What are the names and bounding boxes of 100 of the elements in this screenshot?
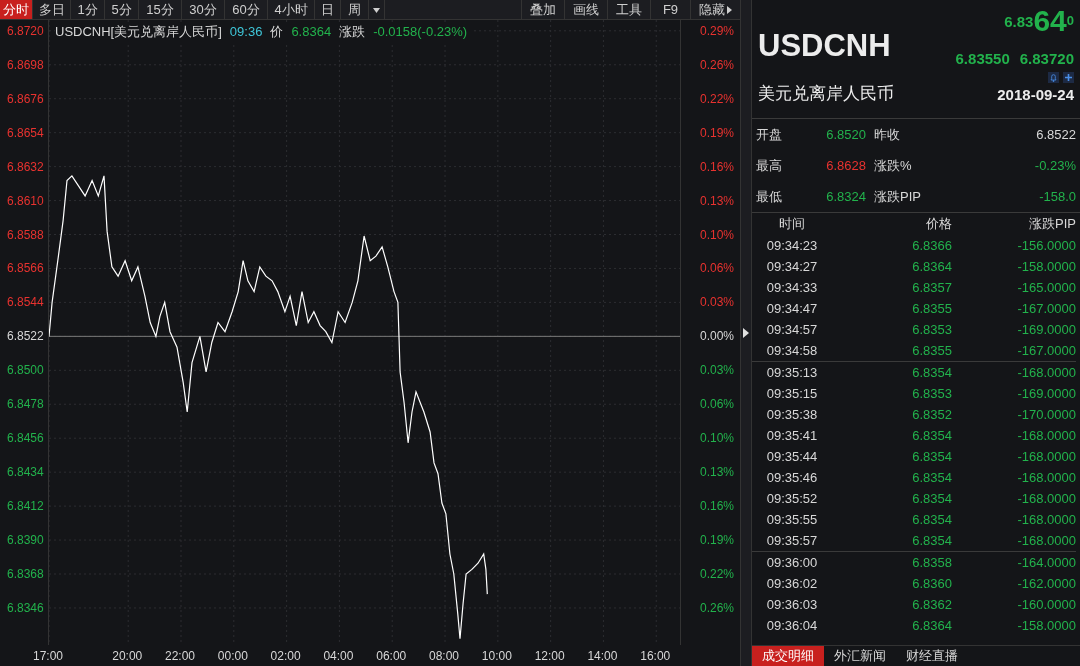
price-axis-label: 6.8522 [7,329,44,344]
trade-change: -160.0000 [1016,595,1076,614]
time-axis-label: 16:00 [640,649,671,663]
period-tab[interactable]: 多日 [33,0,71,19]
caret-icon [373,6,380,13]
stat-value: 6.8522 [1036,125,1076,144]
price-value: 6.8364 [291,23,332,41]
triangle-right-icon [727,5,732,14]
time-axis-label: 10:00 [481,649,512,663]
trade-price: 6.8353 [911,384,952,403]
panel-tab[interactable]: 成交明细 [752,646,824,666]
tool-button[interactable]: 叠加 [521,0,564,19]
period-tab[interactable]: 分时 [0,0,33,19]
trade-time: 09:34:57 [765,320,819,339]
trade-price: 6.8357 [911,278,952,297]
period-tab[interactable]: 4小时 [268,0,315,19]
time-axis-label: 00:00 [217,649,248,663]
period-tab[interactable]: 5分 [105,0,139,19]
bid-price: 6.83550 [955,49,1010,69]
percent-axis-label: 0.10% [699,431,734,446]
trade-price: 6.8358 [911,553,952,572]
trade-time: 09:36:02 [765,574,819,593]
trade-price: 6.8354 [911,510,952,529]
stat-label: 最低 [756,187,782,206]
trade-price: 6.8354 [911,426,952,445]
stat-label: 开盘 [756,125,782,144]
change-value: -0.0158(-0.23%) [373,23,468,41]
trade-price: 6.8364 [911,257,952,276]
instrument-name: 美元兑离岸人民币 [758,82,894,105]
trade-price: 6.8354 [911,531,952,550]
trade-time: 09:34:58 [765,341,819,360]
bell-icon[interactable] [1048,71,1059,83]
price-axis-label: 6.8346 [7,600,44,615]
trade-time: 09:35:46 [765,468,819,487]
trade-change: -158.0000 [1016,616,1076,635]
price-axis-label: 6.8654 [7,125,44,140]
price-axis-label: 6.8610 [7,193,44,208]
trade-change: -169.0000 [1016,384,1076,403]
column-header: 涨跌PIP [1028,215,1076,234]
trade-change: -168.0000 [1016,531,1076,550]
time-axis-label: 02:00 [270,649,301,663]
trade-change: -158.0000 [1016,257,1076,276]
stat-label: 最高 [756,156,782,175]
panel-tab[interactable]: 外汇新闻 [824,646,896,666]
ask-price: 6.83720 [1019,49,1074,69]
trade-price: 6.8360 [911,574,952,593]
trade-change: -167.0000 [1016,299,1076,318]
time-axis-label: 22:00 [165,649,196,663]
price-axis-label: 6.8676 [7,91,44,106]
price-axis-label: 6.8544 [7,295,44,310]
period-tab[interactable]: 15分 [139,0,182,19]
price-axis-label: 6.8588 [7,227,44,242]
trade-change: -165.0000 [1016,278,1076,297]
tool-button[interactable]: 画线 [564,0,607,19]
trade-time: 09:35:52 [765,489,819,508]
trade-time: 09:34:23 [765,236,819,255]
trade-price: 6.8354 [911,363,952,382]
trade-change: -168.0000 [1016,426,1076,445]
stat-label: 昨收 [874,125,900,144]
trade-time: 09:36:00 [765,553,819,572]
trade-change: -168.0000 [1016,489,1076,508]
symbol-name: USDCNH[美元兑离岸人民币] [55,23,222,41]
period-tab[interactable]: 日 [315,0,341,19]
panel-tab[interactable]: 财经直播 [896,646,968,666]
trade-change: -168.0000 [1016,510,1076,529]
price-label: 价 [270,23,284,41]
price-axis-label: 6.8698 [7,57,44,72]
trade-time: 09:35:44 [765,447,819,466]
trade-price: 6.8364 [911,616,952,635]
price-axis-label: 6.8500 [7,363,44,378]
trade-time: 09:35:13 [765,363,819,382]
quote-date: 2018-09-24 [997,84,1074,105]
stat-value: 6.8628 [826,156,866,175]
trade-price: 6.8354 [911,468,952,487]
percent-axis-label: 0.29% [699,23,734,38]
tool-button[interactable]: F9 [650,0,690,19]
price-axis-label: 6.8412 [7,499,44,514]
price-axis-label: 6.8456 [7,431,44,446]
tool-button[interactable]: 工具 [607,0,650,19]
percent-axis-label: 0.13% [699,465,734,480]
trade-time: 09:34:47 [765,299,819,318]
percent-axis-label: 0.16% [699,499,734,514]
plus-icon[interactable] [1063,71,1074,83]
expand-arrow-icon[interactable] [743,328,749,338]
column-header: 价格 [925,215,952,234]
price-axis-label: 6.8390 [7,533,44,548]
trade-time: 09:35:55 [765,510,819,529]
trade-change: -156.0000 [1016,236,1076,255]
trade-time: 09:34:27 [765,257,819,276]
period-tab[interactable]: 周 [341,0,369,19]
stat-value: -158.0 [1039,187,1076,206]
column-header: 时间 [778,215,806,234]
trade-price: 6.8354 [911,489,952,508]
period-tab[interactable]: 1分 [71,0,105,19]
time-axis-label: 08:00 [429,649,460,663]
percent-axis-label: 0.16% [699,159,734,174]
period-tab[interactable]: 30分 [182,0,225,19]
percent-axis-label: 0.10% [699,227,734,242]
period-tab[interactable]: 60分 [225,0,268,19]
trade-price: 6.8366 [911,236,952,255]
